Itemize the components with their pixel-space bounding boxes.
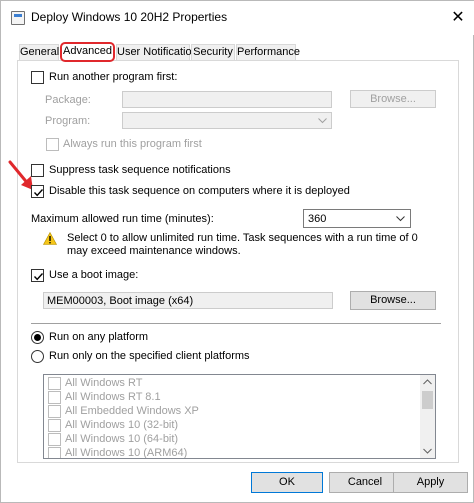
chevron-down-icon[interactable] <box>423 448 432 454</box>
chevron-down-icon <box>318 118 327 124</box>
window-title: Deploy Windows 10 20H2 Properties <box>31 10 228 24</box>
suppress-checkbox[interactable] <box>31 164 44 177</box>
boot-image-checkbox[interactable] <box>31 269 44 282</box>
disable-label: Disable this task sequence on computers … <box>49 185 350 197</box>
specified-platform-label: Run only on the specified client platfor… <box>49 350 250 362</box>
disable-checkbox[interactable] <box>31 185 44 198</box>
platform-checkbox <box>48 419 61 432</box>
boot-image-field: MEM00003, Boot image (x64) <box>43 292 333 309</box>
tab-general[interactable]: General <box>19 44 59 61</box>
always-run-checkbox <box>46 138 59 151</box>
tab-performance[interactable]: Performance <box>236 44 300 61</box>
scrollbar-thumb[interactable] <box>422 391 433 409</box>
run-another-label: Run another program first: <box>49 71 178 83</box>
runtime-dropdown[interactable]: 360 <box>303 209 411 228</box>
platform-checkbox <box>48 447 61 458</box>
suppress-label: Suppress task sequence notifications <box>49 164 231 176</box>
always-run-label: Always run this program first <box>63 138 202 150</box>
platform-item-label: All Windows 10 (ARM64) <box>65 447 188 459</box>
tab-advanced[interactable]: Advanced <box>60 42 115 62</box>
specified-platform-radio[interactable] <box>31 350 44 363</box>
boot-image-label: Use a boot image: <box>49 269 139 281</box>
boot-image-browse-button[interactable]: Browse... <box>350 291 436 310</box>
warning-icon <box>43 232 57 245</box>
platform-item-label: All Windows 10 (64-bit) <box>65 433 179 445</box>
list-scrollbar[interactable] <box>420 375 435 458</box>
platform-item-label: All Embedded Windows XP <box>65 405 199 417</box>
boot-image-value: MEM00003, Boot image (x64) <box>47 295 194 307</box>
any-platform-radio[interactable] <box>31 331 44 344</box>
runtime-label: Maximum allowed run time (minutes): <box>31 213 214 225</box>
platform-item-label: All Windows RT 8.1 <box>65 391 161 403</box>
package-field <box>122 91 332 108</box>
any-platform-label: Run on any platform <box>49 331 149 343</box>
program-label: Program: <box>45 115 91 127</box>
runtime-warning-text: Select 0 to allow unlimited run time. Ta… <box>67 232 418 257</box>
platform-list[interactable]: All Windows RT All Windows RT 8.1 All Em… <box>43 374 436 459</box>
platform-checkbox <box>48 377 61 390</box>
package-browse-button: Browse... <box>350 90 436 108</box>
title-bar: Deploy Windows 10 20H2 Properties ✕ <box>1 1 474 35</box>
program-dropdown <box>122 112 332 129</box>
chevron-up-icon[interactable] <box>423 379 432 385</box>
package-label: Package: <box>45 94 91 106</box>
window-app-icon <box>11 11 25 25</box>
platform-checkbox <box>48 433 61 446</box>
platform-item-label: All Windows 10 (32-bit) <box>65 419 179 431</box>
tab-user-notification[interactable]: User Notification <box>116 44 198 61</box>
runtime-value: 360 <box>308 213 327 225</box>
ok-button[interactable]: OK <box>251 472 323 493</box>
section-divider <box>31 323 441 324</box>
cancel-button[interactable]: Cancel <box>329 472 401 493</box>
apply-button[interactable]: Apply <box>393 472 468 493</box>
tab-security[interactable]: Security <box>191 44 235 61</box>
checkmark-icon <box>33 273 44 281</box>
platform-checkbox <box>48 405 61 418</box>
platform-item-label: All Windows RT <box>65 377 143 389</box>
close-icon[interactable]: ✕ <box>447 7 469 29</box>
chevron-down-icon <box>396 216 405 222</box>
checkmark-icon <box>33 189 44 197</box>
platform-checkbox <box>48 391 61 404</box>
run-another-checkbox[interactable] <box>31 71 44 84</box>
properties-dialog: Deploy Windows 10 20H2 Properties ✕ Gene… <box>0 0 474 503</box>
